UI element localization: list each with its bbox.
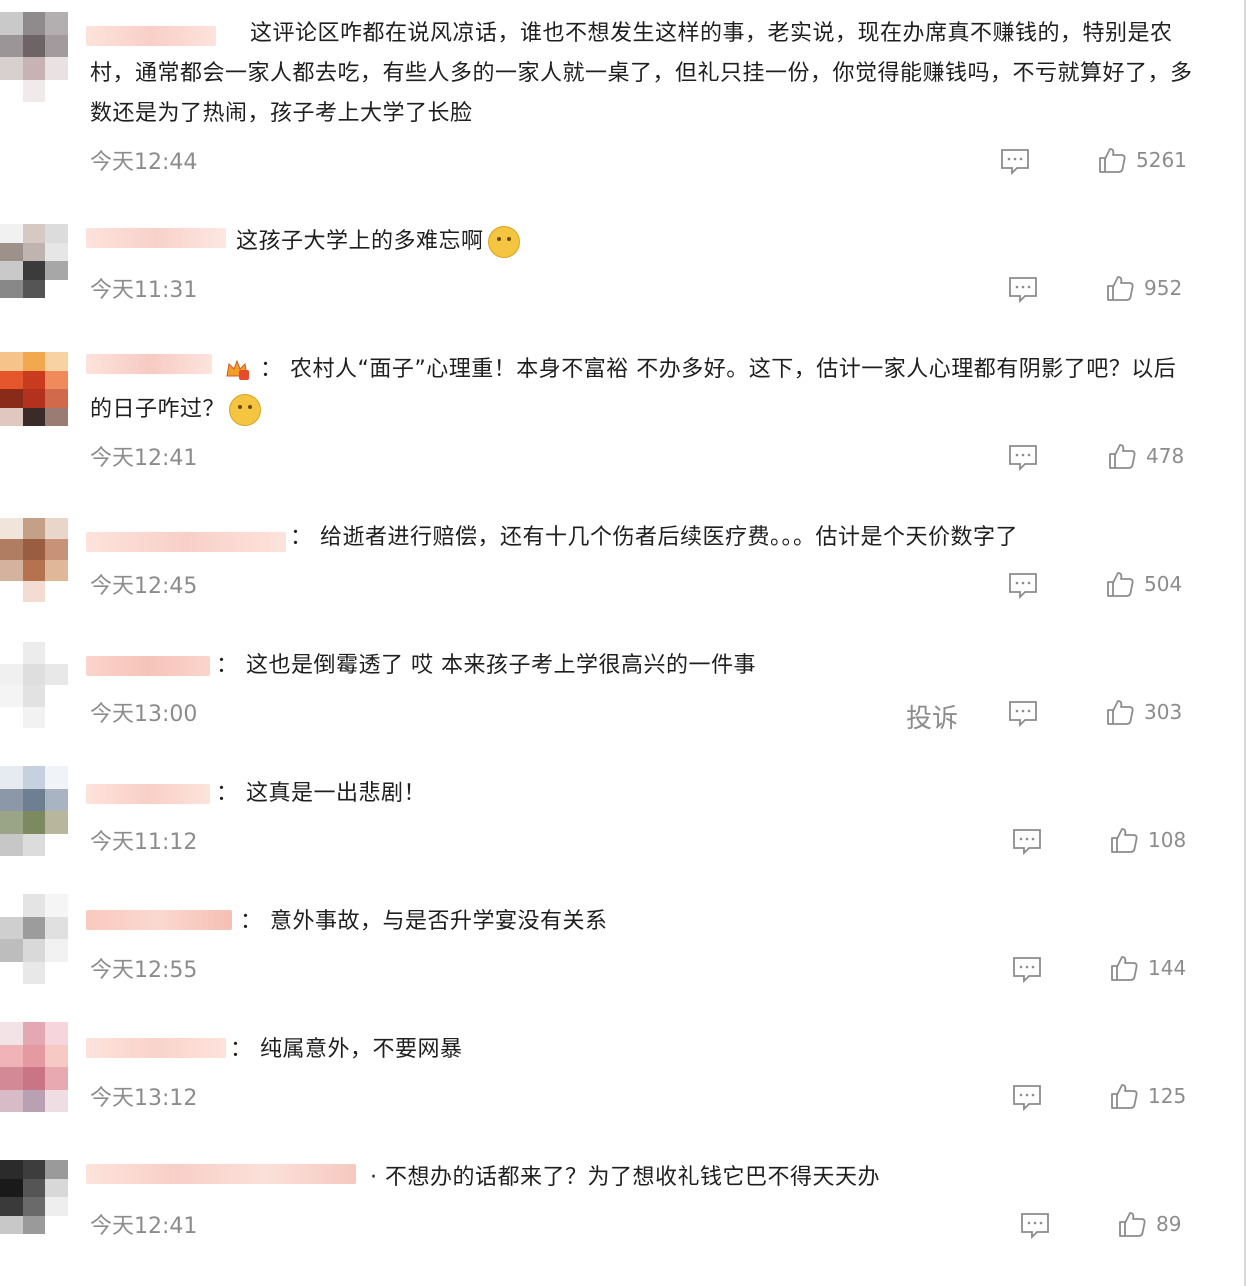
comment-item: ： 纯属意外，不要网暴 今天13:12 125 [0,1008,1246,1136]
username-blurred[interactable] [86,1164,356,1184]
comment-time: 今天11:12 [90,830,198,855]
like-button[interactable]: 108 [1110,826,1186,854]
comment-item: ： 农村人“面子”心理重！本身不富裕 不办多好。这下，估计一家人心理都有阴影了吧… [0,328,1246,496]
comment-time: 今天12:45 [90,574,198,599]
like-count: 125 [1148,1084,1187,1108]
thinking-emoji [229,394,262,426]
comment-text: 这孩子大学上的多难忘啊 [236,222,1196,262]
avatar[interactable] [0,642,68,728]
like-button[interactable]: 5261 [1098,146,1187,174]
comment-item: 这孩子大学上的多难忘啊 今天11:31 952 [0,200,1246,328]
reply-button[interactable] [1012,956,1042,984]
reply-button[interactable] [1012,828,1042,856]
thumbs-up-icon [1111,1084,1138,1109]
like-button[interactable]: 478 [1108,442,1184,470]
like-button[interactable]: 89 [1118,1210,1181,1238]
comment-icon [1001,149,1029,176]
comment-icon [1021,1213,1049,1240]
comment-text: ： 这真是一出悲剧！ [216,781,427,806]
avatar[interactable] [0,518,68,602]
comment-text: ： 农村人“面子”心理重！本身不富裕 不办多好。这下，估计一家人心理都有阴影了吧… [90,350,1196,430]
like-count: 144 [1148,956,1187,980]
comment-item: 这评论区咋都在说风凉话，谁也不想发生这样的事，老实说，现在办席真不赚钱的，特别是… [0,0,1246,200]
avatar[interactable] [0,1160,68,1234]
thumbs-up-icon [1111,828,1138,853]
like-count: 952 [1144,276,1183,300]
reply-button[interactable] [1008,444,1038,472]
like-count: 108 [1148,828,1187,852]
reply-button[interactable] [1012,1084,1042,1112]
comment-text: 这评论区咋都在说风凉话，谁也不想发生这样的事，老实说，现在办席真不赚钱的，特别是… [90,21,1193,126]
thumbs-up-icon [1107,572,1134,597]
comment-time: 今天12:41 [90,446,198,471]
avatar[interactable] [0,224,68,298]
report-button[interactable]: 投诉 [906,698,958,735]
comment-text: ： 纯属意外，不要网暴 [230,1037,463,1062]
like-button[interactable]: 952 [1106,274,1182,302]
reply-button[interactable] [1008,700,1038,728]
comment-item: ： 意外事故，与是否升学宴没有关系 今天12:55 144 [0,880,1246,1008]
comment-icon [1009,445,1037,472]
username-blurred[interactable] [86,532,286,552]
avatar[interactable] [0,766,68,856]
comment-time: 今天12:44 [90,150,198,175]
avatar[interactable] [0,894,68,984]
like-count: 89 [1156,1212,1182,1236]
like-button[interactable]: 504 [1106,570,1182,598]
comment-time: 今天13:12 [90,1086,198,1111]
comment-time: 今天12:41 [90,1214,198,1239]
comment-item: ： 给逝者进行赔偿，还有十几个伤者后续医疗费。。。估计是个天价数字了 今天12:… [0,496,1246,624]
like-count: 5261 [1136,148,1187,172]
comment-text: ： 这也是倒霉透了 哎 本来孩子考上学很高兴的一件事 [216,653,757,678]
reply-button[interactable] [1000,148,1030,176]
like-button[interactable]: 144 [1110,954,1186,982]
username-blurred[interactable] [86,910,232,930]
username-blurred[interactable] [86,656,210,676]
avatar[interactable] [0,352,68,426]
comment-icon [1009,573,1037,600]
comment-icon [1013,957,1041,984]
thumbs-up-icon [1111,956,1138,981]
username-blurred[interactable] [86,228,226,248]
comment-icon [1009,701,1037,728]
avatar[interactable] [0,1022,68,1112]
thumbs-up-icon [1107,700,1134,725]
reply-button[interactable] [1020,1212,1050,1240]
comment-item: ： 这也是倒霉透了 哎 本来孩子考上学很高兴的一件事 今天13:00 投诉 30… [0,624,1246,752]
thumbs-up-icon [1099,148,1126,173]
like-button[interactable]: 303 [1106,698,1182,726]
comment-text: ： 给逝者进行赔偿，还有十几个伤者后续医疗费。。。估计是个天价数字了 [290,525,1019,550]
comment-text: · 不想办的话都来了？为了想收礼钱它巴不得天天办 [370,1165,881,1190]
like-button[interactable]: 125 [1110,1082,1186,1110]
comment-item: · 不想办的话都来了？为了想收礼钱它巴不得天天办 今天12:41 89 [0,1136,1246,1286]
comment-text: ： 意外事故，与是否升学宴没有关系 [240,909,608,934]
comment-time: 今天11:31 [90,278,198,303]
comment-time: 今天13:00 [90,702,198,727]
reply-button[interactable] [1008,276,1038,304]
comment-icon [1013,829,1041,856]
like-count: 303 [1144,700,1183,724]
comment-icon [1009,277,1037,304]
thumbs-up-icon [1107,276,1134,301]
like-count: 478 [1146,444,1185,468]
username-blurred[interactable] [86,1038,226,1058]
thumbs-up-icon [1109,444,1136,469]
laughing-crying-emoji [487,226,520,258]
comment-time: 今天12:55 [90,958,198,983]
like-count: 504 [1144,572,1183,596]
comment-icon [1013,1085,1041,1112]
comment-item: ： 这真是一出悲剧！ 今天11:12 108 [0,752,1246,880]
reply-button[interactable] [1008,572,1038,600]
username-blurred[interactable] [86,784,210,804]
avatar[interactable] [0,12,68,102]
thumbs-up-icon [1119,1212,1146,1237]
